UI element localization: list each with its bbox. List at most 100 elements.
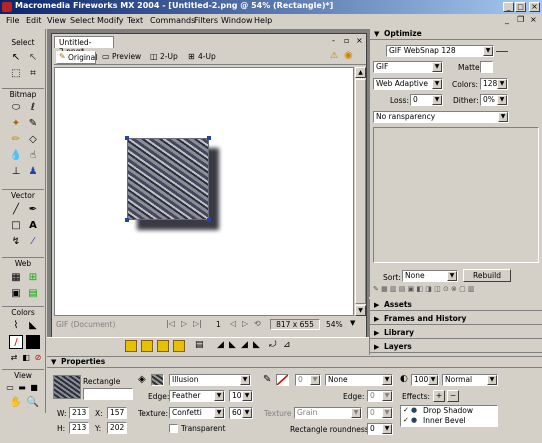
doc-restore-button[interactable]: ❐ <box>517 15 524 24</box>
optimize-header[interactable]: ▼ Optimize <box>370 29 542 40</box>
rectangle-tool-icon[interactable]: □ <box>9 219 23 233</box>
eraser-tool-icon[interactable]: ◇ <box>26 133 40 147</box>
maximize-button[interactable]: □ <box>515 2 526 12</box>
canvas-area[interactable] <box>54 67 354 316</box>
add-effect-button[interactable]: + <box>433 390 445 402</box>
hotspot-tool-icon[interactable]: ▦ <box>9 271 23 285</box>
quick-export-icon[interactable]: ◉ <box>344 50 353 61</box>
colors-select[interactable]: 128 ▼ <box>480 78 508 90</box>
lasso-tool-icon[interactable]: ℓ <box>26 101 40 115</box>
zoom-dropdown-icon[interactable]: ▼ <box>350 319 355 327</box>
full-screen-menus-icon[interactable]: ▬ <box>17 381 27 395</box>
stroke-swatch[interactable] <box>276 374 289 386</box>
blend-mode-select[interactable]: Normal ▼ <box>442 374 498 386</box>
minimize-button[interactable]: _ <box>503 2 514 12</box>
flip-icon[interactable]: ⊿ <box>283 340 291 350</box>
w-field[interactable]: 213 <box>69 407 89 419</box>
stroke-color-icon[interactable]: / <box>9 335 23 349</box>
stroke-size-field[interactable]: 0 ▼ <box>295 374 321 386</box>
pointer-tool-icon[interactable]: ↖ <box>9 51 23 65</box>
menu-text[interactable]: Text <box>127 16 143 25</box>
edge-amount-field[interactable]: 10 ▼ <box>229 390 253 402</box>
effect-row[interactable]: ✓ ● Drop Shadow <box>402 406 496 416</box>
replace-color-tool-icon[interactable]: ♟ <box>26 165 40 179</box>
tab-original[interactable]: ✎ Original <box>56 51 97 64</box>
first-frame-icon[interactable]: |◁ <box>166 319 175 328</box>
slice-tool-icon[interactable]: ⊞ <box>26 271 40 285</box>
menu-commands[interactable]: Commands <box>150 16 195 25</box>
texture-select[interactable]: Confetti ▼ <box>169 407 225 419</box>
effect-row[interactable]: ✓ ● Inner Bevel <box>402 416 496 426</box>
text-tool-icon[interactable]: A <box>26 219 40 233</box>
fill-bucket-icon[interactable]: ◈ <box>138 374 146 385</box>
scroll-thumb[interactable] <box>355 79 366 304</box>
subselect-tool-icon[interactable]: ↖ <box>26 51 40 65</box>
scale-tool-icon[interactable]: ⬚ <box>9 67 23 81</box>
effects-list[interactable]: ✓ ● Drop Shadow ✓ ● Inner Bevel <box>400 405 498 427</box>
line-tool-icon[interactable]: ╱ <box>9 203 23 217</box>
menu-file[interactable]: File <box>6 16 19 25</box>
check-icon[interactable]: ✓ <box>403 416 409 424</box>
preset-select[interactable]: GIF WebSnap 128 ▼ <box>386 45 494 57</box>
marquee-tool-icon[interactable]: ⬭ <box>9 101 23 115</box>
menu-view[interactable]: View <box>47 16 66 25</box>
fill-type-select[interactable]: Illusion ▼ <box>169 374 251 386</box>
rotate-icon[interactable]: ⤾ <box>269 340 277 350</box>
menu-select[interactable]: Select <box>70 16 95 25</box>
doc-close-button[interactable]: × <box>530 15 537 24</box>
tab-2up[interactable]: ◫ 2-Up <box>150 52 186 64</box>
close-button[interactable]: × <box>529 2 540 12</box>
doc-maximize-icon[interactable]: ▫ <box>344 36 349 45</box>
doc-close-icon[interactable]: × <box>356 36 363 45</box>
dither-field[interactable]: 0% ▼ <box>480 94 508 106</box>
palette-select[interactable]: Web Adaptive ▼ <box>373 78 443 90</box>
edit-color-icon[interactable]: ✎ ▦ ▥ ▤ ▣ ◧ ◨ ◫ ⊙ ⊗ ▢ ▥ <box>373 285 475 293</box>
stroke-texture-select[interactable]: Grain ▼ <box>294 407 362 419</box>
group-icon[interactable] <box>125 340 137 352</box>
h-field[interactable]: 213 <box>69 422 89 434</box>
selection-handle[interactable] <box>207 218 211 222</box>
next-frame-icon[interactable]: ▷ <box>242 319 248 328</box>
panel-layers[interactable]: ▶ Layers <box>370 342 542 353</box>
crop-tool-icon[interactable]: ⌗ <box>26 67 40 81</box>
scroll-up-icon[interactable]: ▲ <box>355 67 366 78</box>
matte-swatch[interactable] <box>480 61 493 73</box>
standard-screen-icon[interactable]: ▭ <box>5 381 15 395</box>
align-right-icon[interactable]: ◢ <box>241 340 248 350</box>
full-screen-icon[interactable]: ■ <box>29 381 39 395</box>
menu-modify[interactable]: Modify <box>97 16 124 25</box>
doc-tab[interactable]: Untitled-2.png* <box>54 36 114 56</box>
info-icon[interactable]: ● <box>411 406 417 414</box>
menu-edit[interactable]: Edit <box>26 16 42 25</box>
fill-swatch[interactable] <box>151 374 164 386</box>
magic-wand-tool-icon[interactable]: ✦ <box>9 117 23 131</box>
check-icon[interactable]: ✓ <box>403 406 409 414</box>
selection-handle[interactable] <box>207 136 211 140</box>
brush-tool-icon[interactable]: ✎ <box>26 117 40 131</box>
zoom-level[interactable]: 54% <box>326 320 343 329</box>
loop-icon[interactable]: ⟲ <box>254 319 261 328</box>
freeform-tool-icon[interactable]: ↯ <box>9 235 23 249</box>
ungroup-icon[interactable] <box>141 340 153 352</box>
show-slices-icon[interactable]: ▤ <box>26 287 40 301</box>
y-field[interactable]: 202 <box>107 422 127 434</box>
selection-handle[interactable] <box>125 218 129 222</box>
format-select[interactable]: GIF ▼ <box>373 61 443 73</box>
stroke-type-select[interactable]: None ▼ <box>325 374 393 386</box>
menu-window[interactable]: Window <box>221 16 253 25</box>
doc-minimize-icon[interactable]: - <box>332 36 335 45</box>
object-name-field[interactable] <box>83 388 133 400</box>
split-icon[interactable] <box>173 340 185 352</box>
loss-field[interactable]: 0 ▼ <box>410 94 443 106</box>
align-top-icon[interactable]: ◣ <box>253 340 260 350</box>
panel-frames-history[interactable]: ▶ Frames and History <box>370 314 542 325</box>
texture-amount-field[interactable]: 60 ▼ <box>229 407 253 419</box>
x-field[interactable]: 157 <box>107 407 127 419</box>
join-icon[interactable] <box>157 340 169 352</box>
doc-minimize-button[interactable]: _ <box>505 15 509 24</box>
color-table[interactable] <box>373 127 539 263</box>
panel-library[interactable]: ▶ Library <box>370 328 542 339</box>
fill-color-icon[interactable] <box>26 335 40 349</box>
sort-select[interactable]: None ▼ <box>402 270 458 282</box>
selection-handle[interactable] <box>125 136 129 140</box>
